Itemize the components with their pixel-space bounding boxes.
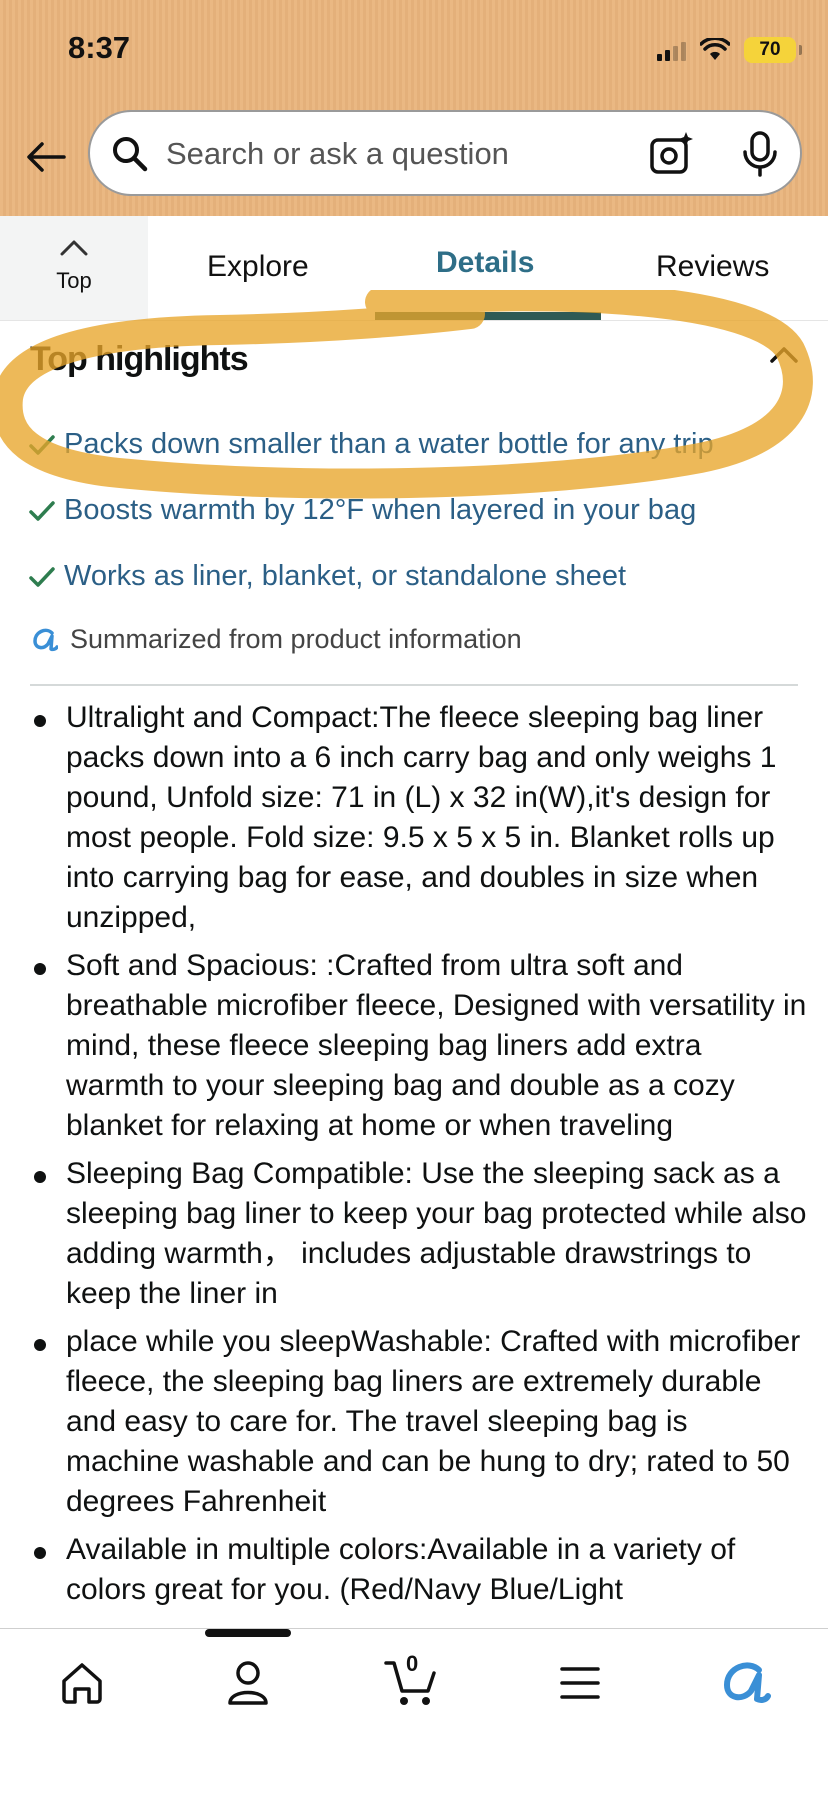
back-arrow-icon[interactable] [24, 135, 68, 179]
bullet-item: Ultralight and Compact:The fleece sleepi… [28, 698, 808, 938]
search-input[interactable]: Search or ask a question [166, 136, 509, 172]
tab-top-label: Top [56, 268, 92, 293]
nav-rufus-ai[interactable] [716, 1653, 776, 1713]
bottom-nav: 0 [0, 1628, 828, 1793]
summary-text: Summarized from product information [70, 624, 522, 654]
wifi-icon [700, 38, 730, 60]
highlight-item[interactable]: Works as liner, blanket, or standalone s… [28, 560, 626, 593]
chevron-up-icon [60, 240, 88, 256]
highlight-text: Works as liner, blanket, or standalone s… [64, 560, 627, 592]
divider [30, 684, 798, 686]
bullet-item: Available in multiple colors:Available i… [28, 1530, 808, 1610]
ai-assistant-icon [724, 1662, 771, 1703]
cellular-signal-icon [657, 39, 686, 61]
chevron-up-icon[interactable] [768, 342, 800, 366]
cart-count-badge: 0 [406, 1651, 419, 1676]
feature-bullets: Ultralight and Compact:The fleece sleepi… [28, 690, 808, 1610]
search-icon [113, 137, 148, 172]
checkmark-icon [29, 500, 55, 521]
checkmark-icon [29, 434, 55, 455]
bullet-item: place while you sleepWashable: Crafted w… [28, 1322, 808, 1522]
checkmark-icon [29, 566, 55, 587]
nav-account[interactable] [218, 1653, 278, 1713]
person-icon [228, 1661, 268, 1705]
camera-search-icon[interactable] [648, 130, 696, 178]
product-tabs: Top Explore Details Reviews [0, 216, 828, 321]
ai-summary-note: Summarized from product information [32, 624, 522, 655]
bullet-item: Soft and Spacious: :Crafted from ultra s… [28, 946, 808, 1146]
tab-explore[interactable]: Explore [207, 250, 309, 284]
home-indicator [205, 1629, 291, 1637]
home-icon [62, 1663, 102, 1704]
nav-cart[interactable]: 0 [382, 1651, 442, 1713]
tab-details[interactable]: Details [436, 246, 534, 280]
bullet-item: Sleeping Bag Compatible: Use the sleepin… [28, 1154, 808, 1314]
microphone-icon[interactable] [740, 130, 780, 178]
search-bar[interactable]: Search or ask a question [88, 110, 802, 196]
menu-icon [560, 1667, 600, 1699]
nav-menu[interactable] [550, 1653, 610, 1713]
tab-reviews[interactable]: Reviews [656, 250, 769, 284]
active-tab-indicator [375, 312, 601, 320]
highlight-item[interactable]: Packs down smaller than a water bottle f… [28, 428, 714, 461]
status-icons: 70 [657, 30, 802, 70]
nav-home[interactable] [52, 1653, 112, 1713]
highlight-item[interactable]: Boosts warmth by 12°F when layered in yo… [28, 494, 696, 527]
ai-assistant-icon [33, 628, 58, 651]
tab-top[interactable]: Top [0, 216, 148, 320]
highlight-text: Boosts warmth by 12°F when layered in yo… [64, 494, 697, 526]
highlight-text: Packs down smaller than a water bottle f… [64, 428, 714, 460]
battery-indicator: 70 [744, 37, 802, 63]
section-title: Top highlights [30, 340, 249, 378]
app-header: 8:37 70 Search or ask a question [0, 0, 828, 216]
status-time: 8:37 [68, 30, 131, 65]
